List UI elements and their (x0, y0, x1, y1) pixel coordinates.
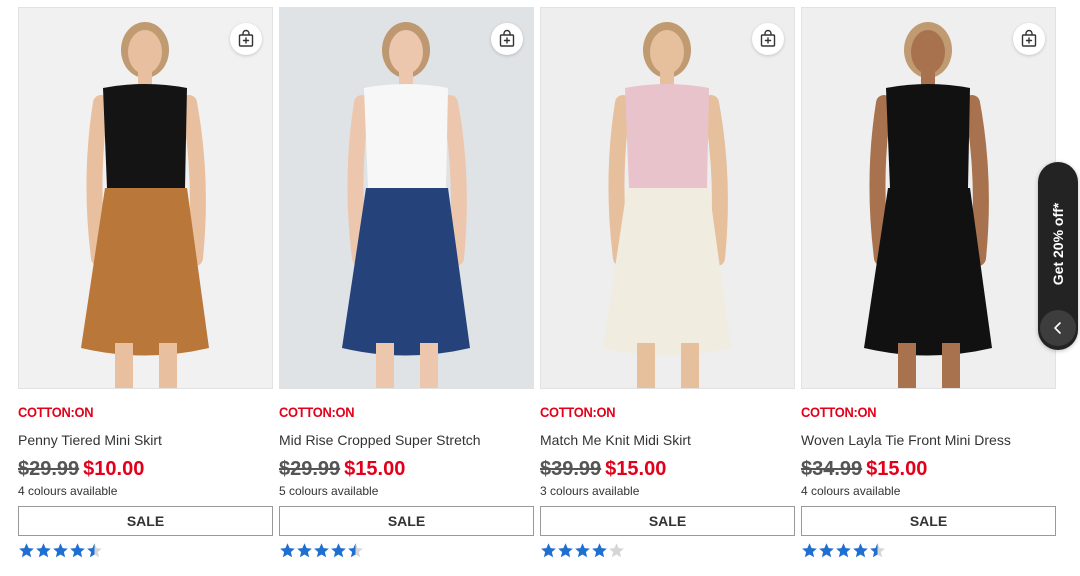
original-price: $29.99 (18, 458, 80, 480)
add-to-bag-button[interactable] (491, 23, 523, 55)
sale-button[interactable]: SALE (801, 506, 1056, 536)
price-row: $34.99 $15.00 (801, 457, 1056, 481)
product-card[interactable]: COTTON:ON Mid Rise Cropped Super Stretch… (279, 7, 534, 560)
product-photo (802, 8, 1055, 388)
star-icon (802, 543, 817, 558)
sale-price: $15.00 (866, 458, 928, 480)
star-icon (853, 543, 868, 558)
sale-price: $10.00 (83, 458, 145, 480)
promo-collapse-button[interactable] (1040, 310, 1076, 346)
star-icon (280, 543, 295, 558)
product-name[interactable]: Mid Rise Cropped Super Stretch (279, 430, 534, 450)
original-price: $34.99 (801, 458, 863, 480)
price-row: $29.99 $10.00 (18, 457, 273, 481)
brand-logo: COTTON:ON (18, 404, 94, 420)
star-icon (53, 543, 68, 558)
add-to-bag-button[interactable] (752, 23, 784, 55)
colours-available: 4 colours available (18, 484, 118, 498)
chevron-left-icon (1054, 322, 1061, 334)
sale-button[interactable]: SALE (279, 506, 534, 536)
product-name[interactable]: Woven Layla Tie Front Mini Dress (801, 430, 1056, 450)
star-rating (279, 542, 534, 560)
star-icon (592, 543, 607, 558)
colours-available: 3 colours available (540, 484, 640, 498)
add-to-bag-button[interactable] (1013, 23, 1045, 55)
product-image[interactable] (540, 7, 795, 389)
brand-logo: COTTON:ON (540, 404, 616, 420)
star-icon (314, 543, 329, 558)
price-row: $39.99 $15.00 (540, 457, 795, 481)
star-icon (870, 543, 885, 558)
product-photo (280, 8, 533, 388)
colours-available: 4 colours available (801, 484, 901, 498)
product-card[interactable]: COTTON:ON Penny Tiered Mini Skirt $29.99… (18, 7, 273, 560)
promo-label[interactable]: Get 20% off* (1050, 203, 1066, 285)
original-price: $39.99 (540, 458, 602, 480)
star-icon (836, 543, 851, 558)
product-card[interactable]: COTTON:ON Woven Layla Tie Front Mini Dre… (801, 7, 1056, 560)
product-photo (19, 8, 272, 388)
star-icon (541, 543, 556, 558)
brand-logo: COTTON:ON (279, 404, 355, 420)
colours-available: 5 colours available (279, 484, 379, 498)
product-image[interactable] (801, 7, 1056, 389)
product-card[interactable]: COTTON:ON Match Me Knit Midi Skirt $39.9… (540, 7, 795, 560)
star-icon (348, 543, 363, 558)
star-rating (801, 542, 1056, 560)
star-icon (70, 543, 85, 558)
star-icon (87, 543, 102, 558)
shopping-bag-plus-icon (760, 29, 776, 47)
sale-button[interactable]: SALE (18, 506, 273, 536)
star-rating (540, 542, 795, 560)
sale-price: $15.00 (605, 458, 667, 480)
brand-logo: COTTON:ON (801, 404, 877, 420)
product-name[interactable]: Match Me Knit Midi Skirt (540, 430, 795, 450)
product-photo (541, 8, 794, 388)
star-icon (575, 543, 590, 558)
star-icon (19, 543, 34, 558)
star-icon (819, 543, 834, 558)
star-icon (558, 543, 573, 558)
star-rating (18, 542, 273, 560)
shopping-bag-plus-icon (1021, 29, 1037, 47)
add-to-bag-button[interactable] (230, 23, 262, 55)
product-grid: COTTON:ON Penny Tiered Mini Skirt $29.99… (18, 7, 1056, 560)
product-image[interactable] (18, 7, 273, 389)
star-icon (36, 543, 51, 558)
shopping-bag-plus-icon (238, 29, 254, 47)
star-icon (297, 543, 312, 558)
shopping-bag-plus-icon (499, 29, 515, 47)
star-icon (331, 543, 346, 558)
promo-tab[interactable]: Get 20% off* (1038, 162, 1078, 350)
star-icon (609, 543, 624, 558)
original-price: $29.99 (279, 458, 341, 480)
product-image[interactable] (279, 7, 534, 389)
price-row: $29.99 $15.00 (279, 457, 534, 481)
sale-button[interactable]: SALE (540, 506, 795, 536)
product-name[interactable]: Penny Tiered Mini Skirt (18, 430, 273, 450)
sale-price: $15.00 (344, 458, 406, 480)
